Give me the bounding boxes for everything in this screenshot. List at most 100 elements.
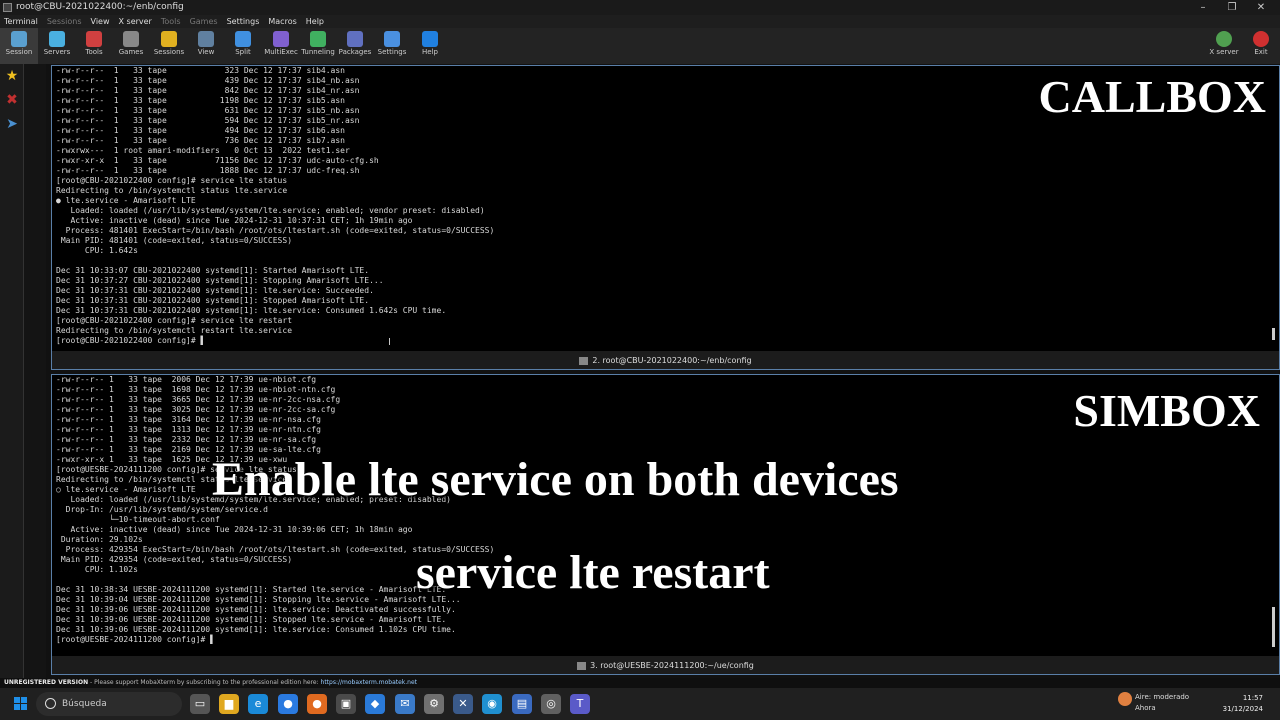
tab-callbox-session[interactable]: 2. root@CBU-2021022400:~/enb/config <box>51 351 1280 370</box>
close-button[interactable]: ✕ <box>1251 0 1271 15</box>
menu-view[interactable]: View <box>91 15 110 28</box>
terminal-line: [root@UESBE-2024111200 config]# ▌ <box>56 635 215 644</box>
toolbar-split-button[interactable]: Split <box>224 28 262 64</box>
caption-command: service lte restart <box>416 546 770 599</box>
status-bar: UNREGISTERED VERSION - Please support Mo… <box>0 678 1280 688</box>
search-placeholder: Búsqueda <box>62 699 107 709</box>
terminal-line: CPU: 1.642s <box>56 246 138 255</box>
star-icon[interactable]: ★ <box>0 64 24 88</box>
menu-macros[interactable]: Macros <box>268 15 296 28</box>
toolbar-tunneling-button[interactable]: Tunneling <box>299 28 337 64</box>
weather-status: Aire: moderado <box>1135 693 1190 701</box>
subscribe-link[interactable]: https://mobaxterm.mobatek.net <box>321 679 418 686</box>
terminal-line: Loaded: loaded (/usr/lib/systemd/system/… <box>56 206 485 215</box>
vscode-icon[interactable]: ◆ <box>365 694 385 714</box>
menu-x-server[interactable]: X server <box>119 15 152 28</box>
terminal-line: └─10-timeout-abort.conf <box>56 515 220 524</box>
terminal-line: Dec 31 10:37:27 CBU-2021022400 systemd[1… <box>56 276 384 285</box>
app-icon <box>3 3 12 12</box>
scrollbar-callbox[interactable] <box>1272 328 1275 340</box>
mobaxterm-icon[interactable]: ▣ <box>336 694 356 714</box>
clock-date: 31/12/2024 <box>1222 705 1263 713</box>
terminal-line: -rw-r--r-- 1 33 tape 736 Dec 12 17:37 si… <box>56 136 345 145</box>
send-icon[interactable]: ➤ <box>0 112 24 136</box>
tab-simbox-session[interactable]: 3. root@UESBE-2024111200:~/ue/config <box>51 656 1280 675</box>
help-icon <box>422 31 438 47</box>
toolbar-games-button[interactable]: Games <box>112 28 150 64</box>
file-explorer-icon[interactable]: ▆ <box>219 694 239 714</box>
terminal-line: -rw-r--r-- 1 33 tape 1888 Dec 12 17:37 u… <box>56 166 360 175</box>
tools-side-icon[interactable]: ✖ <box>0 88 24 112</box>
notes-icon[interactable]: ▤ <box>512 694 532 714</box>
mail-icon[interactable]: ✉ <box>395 694 415 714</box>
menu-help[interactable]: Help <box>306 15 324 28</box>
caption-main: Enable lte service on both devices <box>212 453 899 506</box>
text-cursor-icon: I <box>388 337 391 348</box>
terminal-line: Dec 31 10:39:06 UESBE-2024111200 systemd… <box>56 605 456 614</box>
settings-icon <box>384 31 400 47</box>
minimize-button[interactable]: – <box>1193 0 1213 15</box>
terminal-line: Redirecting to /bin/systemctl restart lt… <box>56 326 293 335</box>
menu-settings[interactable]: Settings <box>227 15 260 28</box>
chrome-icon[interactable]: ● <box>278 694 298 714</box>
toolbar-x-server-button[interactable]: X server <box>1205 28 1243 64</box>
toolbar-packages-button[interactable]: Packages <box>336 28 374 64</box>
toolbar-settings-button[interactable]: Settings <box>373 28 411 64</box>
firefox-icon[interactable]: ● <box>307 694 327 714</box>
menu-sessions[interactable]: Sessions <box>47 15 82 28</box>
simbox-label: SIMBOX <box>1073 385 1260 436</box>
start-button[interactable] <box>14 697 28 711</box>
weather-time: Ahora <box>1135 704 1156 712</box>
toolbar-view-button[interactable]: View <box>187 28 225 64</box>
teams-icon[interactable]: T <box>570 694 590 714</box>
menu-terminal[interactable]: Terminal <box>4 15 38 28</box>
terminal-icon <box>579 356 589 365</box>
callbox-label: CALLBOX <box>1038 71 1266 122</box>
games-icon <box>123 31 139 47</box>
weather-widget[interactable]: Aire: moderado Ahora <box>1118 692 1189 714</box>
terminal-line: ● lte.service - Amarisoft LTE <box>56 196 196 205</box>
terminal-line: Main PID: 481401 (code=exited, status=0/… <box>56 236 293 245</box>
chrome-alt-icon[interactable]: ◎ <box>541 694 561 714</box>
star-icon <box>161 31 177 47</box>
maximize-button[interactable]: ❐ <box>1222 0 1242 15</box>
servers-icon <box>49 31 65 47</box>
terminal-line: Duration: 29.102s <box>56 535 143 544</box>
terminal-line: Active: inactive (dead) since Tue 2024-1… <box>56 216 413 225</box>
toolbar-sessions-button[interactable]: Sessions <box>150 28 188 64</box>
terminal-line: Dec 31 10:39:06 UESBE-2024111200 systemd… <box>56 625 456 634</box>
x-server-icon <box>1216 31 1232 47</box>
menu-games[interactable]: Games <box>190 15 218 28</box>
menu-tools[interactable]: Tools <box>161 15 181 28</box>
browser-icon[interactable]: ◉ <box>482 694 502 714</box>
tunneling-icon <box>310 31 326 47</box>
toolbar-servers-button[interactable]: Servers <box>38 28 76 64</box>
split-icon <box>235 31 251 47</box>
taskbar-search[interactable]: Búsqueda <box>36 692 182 716</box>
sessions-panel <box>24 64 46 678</box>
toolbar-tools-button[interactable]: Tools <box>75 28 113 64</box>
taskbar: Búsqueda ▭ ▆ e ● ● ▣ ◆ ✉ ⚙ ✕ ◉ ▤ ◎ T Aire: moderado A… <box>0 688 1280 720</box>
task-view-icon[interactable]: ▭ <box>190 694 210 714</box>
toolbar-session-button[interactable]: Session <box>0 28 38 64</box>
toolbar-exit-button[interactable]: Exit <box>1242 28 1280 64</box>
app-icon[interactable]: ✕ <box>453 694 473 714</box>
clock-time: 11:57 <box>1242 694 1263 702</box>
multiexec-icon <box>273 31 289 47</box>
terminal-line: -rwxr-xr-x 1 33 tape 71156 Dec 12 17:37 … <box>56 156 379 165</box>
window-title: root@CBU-2021022400:~/enb/config <box>16 2 184 12</box>
scrollbar-simbox[interactable] <box>1272 607 1275 647</box>
terminal-line: Dec 31 10:33:07 CBU-2021022400 systemd[1… <box>56 266 370 275</box>
edge-icon[interactable]: e <box>248 694 268 714</box>
terminal-icon <box>577 661 587 670</box>
toolbar-multiexec-button[interactable]: MultiExec <box>262 28 300 64</box>
terminal-line: Redirecting to /bin/systemctl status lte… <box>56 186 288 195</box>
terminal-line: Active: inactive (dead) since Tue 2024-1… <box>56 525 413 534</box>
app-window: root@CBU-2021022400:~/enb/config – ❐ ✕ T… <box>0 0 1280 720</box>
settings-app-icon[interactable]: ⚙ <box>424 694 444 714</box>
system-clock[interactable]: 11:57 31/12/2024 <box>1219 693 1263 715</box>
toolbar-help-button[interactable]: Help <box>411 28 449 64</box>
packages-icon <box>347 31 363 47</box>
title-bar: root@CBU-2021022400:~/enb/config – ❐ ✕ <box>0 0 1280 15</box>
